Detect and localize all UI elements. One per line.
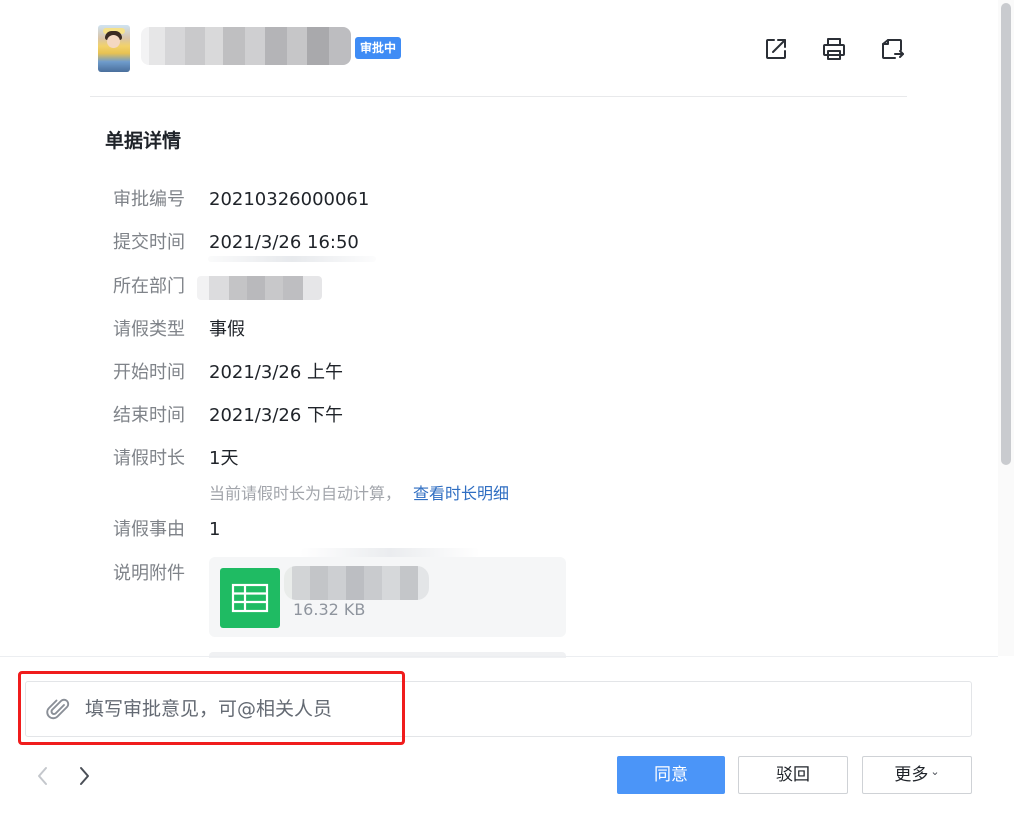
approval-detail-page: 审批中 单据详情 审批编号 20210326000061 提交时间 2021/3… (0, 0, 1014, 819)
field-label: 开始时间 (113, 362, 185, 383)
field-value: 2021/3/26 下午 (209, 405, 344, 426)
attachment-filename-redacted (284, 566, 429, 600)
avatar[interactable] (98, 25, 130, 72)
chevron-left-icon (38, 767, 47, 785)
department-redacted (197, 276, 322, 300)
redaction-smear (208, 256, 376, 262)
previous-button[interactable] (30, 763, 56, 789)
print-icon[interactable] (819, 34, 849, 64)
field-submit-time: 提交时间 2021/3/26 16:50 (113, 230, 359, 256)
field-leave-type: 请假类型 事假 (113, 317, 245, 343)
status-badge: 审批中 (355, 37, 402, 59)
attachment-size: 16.32 KB (293, 600, 366, 619)
comment-box[interactable] (25, 681, 972, 737)
field-department: 所在部门 (113, 274, 209, 300)
field-value: 1天 (209, 448, 239, 469)
field-label: 请假类型 (113, 319, 185, 340)
field-value: 2021/3/26 上午 (209, 362, 344, 383)
field-reason: 请假事由 1 (113, 517, 220, 543)
avatar-face (107, 35, 120, 48)
footer-divider (0, 656, 998, 657)
field-label: 请假时长 (113, 448, 185, 469)
chevron-down-icon: ⌄ (930, 765, 940, 778)
field-label: 结束时间 (113, 405, 185, 426)
duration-hint-text: 当前请假时长为自动计算， (209, 484, 402, 503)
header-divider (90, 96, 907, 97)
field-start-time: 开始时间 2021/3/26 上午 (113, 360, 343, 386)
chevron-right-icon (80, 767, 89, 785)
field-end-time: 结束时间 2021/3/26 下午 (113, 403, 343, 429)
attachment-card[interactable]: 16.32 KB (209, 557, 566, 637)
more-button[interactable]: 更多 ⌄ (862, 756, 972, 794)
next-button[interactable] (71, 763, 97, 789)
field-value: 事假 (209, 319, 245, 340)
share-icon[interactable] (761, 34, 791, 64)
attachment-card-next[interactable] (209, 652, 566, 658)
paperclip-icon[interactable] (45, 696, 71, 722)
spreadsheet-icon (220, 568, 280, 628)
field-value: 20210326000061 (209, 189, 370, 210)
section-title: 单据详情 (105, 130, 182, 152)
approve-button[interactable]: 同意 (617, 756, 725, 794)
duration-hint: 当前请假时长为自动计算， 查看时长明细 (209, 482, 509, 506)
scrollbar-thumb[interactable] (1001, 3, 1011, 465)
field-label: 请假事由 (113, 519, 185, 540)
more-label: 更多 (894, 765, 929, 785)
redaction-smear (300, 548, 480, 557)
field-label: 说明附件 (113, 563, 185, 584)
transfer-icon[interactable] (877, 34, 907, 64)
reject-button[interactable]: 驳回 (738, 756, 848, 794)
field-value: 1 (209, 519, 221, 540)
field-value: 2021/3/26 16:50 (209, 232, 359, 253)
field-attachment: 说明附件 (113, 561, 209, 587)
comment-input[interactable] (85, 698, 685, 720)
field-approval-number: 审批编号 20210326000061 (113, 187, 369, 213)
field-label: 提交时间 (113, 232, 185, 253)
field-label: 所在部门 (113, 276, 185, 297)
applicant-name-redacted (141, 27, 351, 65)
field-label: 审批编号 (113, 189, 185, 210)
duration-detail-link[interactable]: 查看时长明细 (413, 484, 509, 503)
field-duration: 请假时长 1天 (113, 446, 238, 472)
